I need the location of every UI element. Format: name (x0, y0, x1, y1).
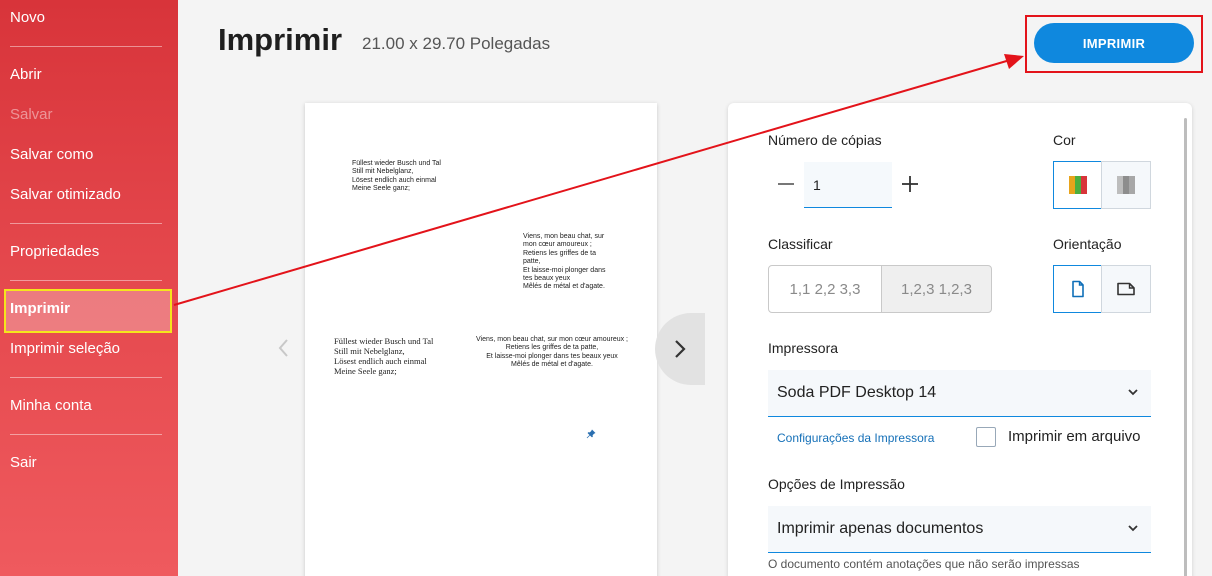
sidebar-item-salvar: Salvar (10, 106, 53, 123)
plus-icon[interactable] (900, 174, 920, 194)
orientation-label: Orientação (1053, 236, 1122, 252)
grayscale-bars-icon (1117, 176, 1135, 194)
sidebar-divider (10, 434, 162, 435)
sidebar-item-imprimir[interactable]: Imprimir (10, 300, 70, 317)
sidebar-divider (10, 223, 162, 224)
print-button[interactable]: IMPRIMIR (1034, 23, 1194, 63)
printer-select-value: Soda PDF Desktop 14 (777, 384, 937, 401)
minus-icon[interactable] (776, 174, 796, 194)
preview-text-block: Viens, mon beau chat, sur mon cœur amour… (523, 233, 606, 291)
sidebar: Novo Abrir Salvar Salvar como Salvar oti… (0, 0, 178, 576)
orientation-landscape-button[interactable] (1101, 265, 1151, 313)
sidebar-item-salvar-como[interactable]: Salvar como (10, 146, 93, 163)
color-label: Cor (1053, 132, 1076, 148)
sidebar-item-salvar-otimizado[interactable]: Salvar otimizado (10, 186, 121, 203)
page-size-label: 21.00 x 29.70 Polegadas (362, 34, 551, 53)
page-title: Imprimir (218, 22, 343, 57)
sidebar-divider (10, 46, 162, 47)
chevron-right-icon (675, 340, 686, 358)
sidebar-item-novo[interactable]: Novo (10, 9, 45, 26)
portrait-page-icon (1072, 280, 1084, 298)
sidebar-item-propriedades[interactable]: Propriedades (10, 243, 99, 260)
color-mode-grayscale-button[interactable] (1101, 161, 1151, 209)
print-options-select[interactable]: Imprimir apenas documentos (768, 506, 1151, 553)
sidebar-item-abrir[interactable]: Abrir (10, 66, 42, 83)
sidebar-item-sair[interactable]: Sair (10, 454, 37, 471)
sidebar-divider (10, 377, 162, 378)
printer-select[interactable]: Soda PDF Desktop 14 (768, 370, 1151, 417)
chevron-down-icon (1128, 525, 1138, 532)
preview-text-block: Füllest wieder Busch und Tal Still mit N… (352, 160, 441, 193)
copies-input[interactable] (804, 162, 892, 208)
collate-option-grouped[interactable]: 1,1 2,2 3,3 (768, 265, 882, 313)
sidebar-item-minha-conta[interactable]: Minha conta (10, 397, 92, 414)
preview-text-block: Viens, mon beau chat, sur mon cœur amour… (476, 336, 628, 369)
chevron-down-icon (1128, 389, 1138, 396)
next-page-button[interactable] (655, 313, 705, 385)
copies-label: Número de cópias (768, 132, 882, 148)
sidebar-item-imprimir-selecao[interactable]: Imprimir seleção (10, 340, 120, 357)
annotation-note: O documento contém anotações que não ser… (768, 557, 1080, 571)
chevron-left-icon[interactable] (272, 336, 296, 360)
preview-text-block: Füllest wieder Busch und Tal Still mit N… (334, 336, 434, 376)
color-bars-icon (1069, 176, 1087, 194)
printer-settings-link[interactable]: Configurações da Impressora (777, 431, 934, 445)
printer-label: Impressora (768, 340, 839, 356)
orientation-portrait-button[interactable] (1053, 265, 1103, 313)
scrollbar[interactable] (1184, 118, 1187, 576)
collate-option-sequential[interactable]: 1,2,3 1,2,3 (881, 265, 992, 313)
print-to-file-label[interactable]: Imprimir em arquivo (1008, 428, 1141, 445)
sidebar-divider (10, 280, 162, 281)
print-options-label: Opções de Impressão (768, 476, 905, 492)
pin-icon (586, 429, 596, 439)
collate-label: Classificar (768, 236, 833, 252)
landscape-page-icon (1117, 282, 1135, 296)
print-to-file-checkbox[interactable] (976, 427, 996, 447)
color-mode-color-button[interactable] (1053, 161, 1103, 209)
print-options-select-value: Imprimir apenas documentos (777, 520, 984, 537)
print-preview-page: Füllest wieder Busch und Tal Still mit N… (305, 103, 657, 576)
